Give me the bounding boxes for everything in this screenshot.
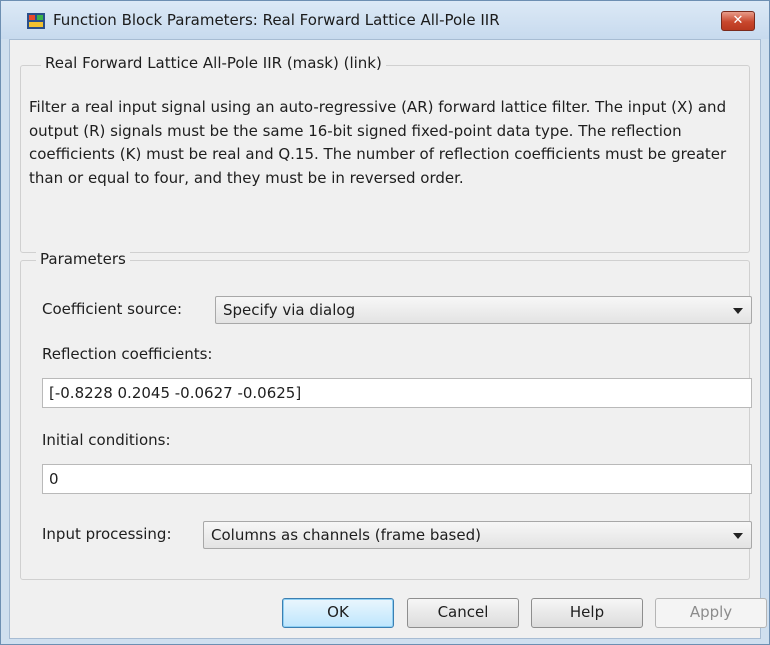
input-processing-dropdown[interactable]: Columns as channels (frame based): [203, 521, 752, 549]
chevron-down-icon: [733, 308, 743, 314]
description-group-title: Real Forward Lattice All-Pole IIR (mask)…: [41, 54, 386, 72]
ok-button[interactable]: OK: [282, 598, 394, 628]
reflection-coefficients-input[interactable]: [-0.8228 0.2045 -0.0627 -0.0625]: [42, 378, 752, 408]
apply-button[interactable]: Apply: [655, 598, 767, 628]
title-bar[interactable]: Function Block Parameters: Real Forward …: [1, 1, 769, 39]
initial-conditions-label: Initial conditions:: [42, 431, 171, 449]
description-text: Filter a real input signal using an auto…: [29, 98, 727, 187]
chevron-down-icon: [733, 533, 743, 539]
parameters-group-title: Parameters: [36, 250, 130, 268]
initial-conditions-value: 0: [49, 470, 59, 488]
window-title: Function Block Parameters: Real Forward …: [53, 11, 500, 29]
description-group: Real Forward Lattice All-Pole IIR (mask)…: [20, 54, 750, 253]
input-processing-value: Columns as channels (frame based): [211, 526, 481, 544]
simulink-block-icon: [27, 13, 45, 29]
help-button[interactable]: Help: [531, 598, 643, 628]
coefficient-source-label: Coefficient source:: [42, 300, 183, 318]
dialog-window: Function Block Parameters: Real Forward …: [0, 0, 770, 645]
reflection-coefficients-label: Reflection coefficients:: [42, 345, 213, 363]
close-icon: ✕: [732, 13, 744, 28]
initial-conditions-input[interactable]: 0: [42, 464, 752, 494]
coefficient-source-dropdown[interactable]: Specify via dialog: [215, 296, 752, 324]
coefficient-source-value: Specify via dialog: [223, 301, 356, 319]
close-button[interactable]: ✕: [721, 11, 755, 31]
cancel-button[interactable]: Cancel: [407, 598, 519, 628]
input-processing-label: Input processing:: [42, 525, 172, 543]
dialog-body: Real Forward Lattice All-Pole IIR (mask)…: [9, 39, 761, 639]
reflection-coefficients-value: [-0.8228 0.2045 -0.0627 -0.0625]: [49, 384, 302, 402]
